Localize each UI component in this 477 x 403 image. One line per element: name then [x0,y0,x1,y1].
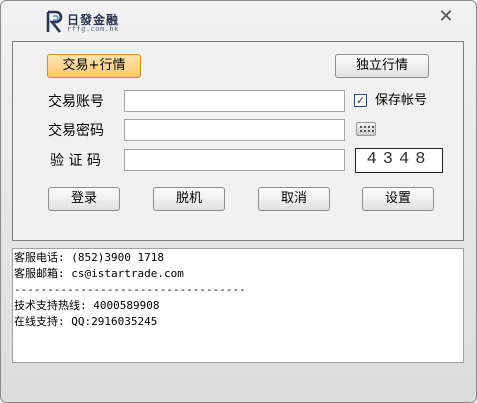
offline-button[interactable]: 脱机 [153,187,225,211]
account-select[interactable] [124,90,345,112]
password-label: 交易密码 [48,123,104,139]
login-window: 日發金融 rffg.com.hk ✕ 交易+行情 独立行情 交易账号 ✓ 保存帐… [0,0,477,403]
service-phone-line: 客服电话: (852)3900 1718 [14,251,164,264]
soft-keyboard-icon[interactable] [356,122,376,136]
tech-hotline-line: 技术支持热线: 4000589908 [14,299,160,312]
brand-logo: 日發金融 rffg.com.hk [45,10,135,36]
service-email-line: 客服邮箱: cs@istartrade.com [14,267,184,280]
title-bar: 日發金融 rffg.com.hk ✕ [1,1,476,41]
login-panel: 交易+行情 独立行情 交易账号 ✓ 保存帐号 交易密码 验 证 码 4348 登… [12,41,464,241]
tab-trade-and-quote[interactable]: 交易+行情 [47,54,141,78]
captcha-image[interactable]: 4348 [355,148,443,173]
password-field[interactable] [124,119,345,141]
cancel-button[interactable]: 取消 [258,187,330,211]
tab-standalone-quote[interactable]: 独立行情 [335,54,429,78]
brand-domain: rffg.com.hk [67,25,119,33]
login-button[interactable]: 登录 [48,187,120,211]
save-account-checkbox[interactable]: ✓ [354,94,367,107]
save-account-label: 保存帐号 [375,93,428,108]
account-label: 交易账号 [48,94,104,110]
close-icon[interactable]: ✕ [435,7,457,27]
divider-line: ----------------------------------- [14,283,246,296]
support-info-box[interactable]: 客服电话: (852)3900 1718 客服邮箱: cs@istartrade… [12,248,464,363]
online-support-line: 在线支持: QQ:2916035245 [14,315,158,328]
captcha-field[interactable] [124,149,345,171]
settings-button[interactable]: 设置 [362,187,434,211]
captcha-label: 验 证 码 [50,153,101,169]
logo-mark-icon [46,10,63,33]
